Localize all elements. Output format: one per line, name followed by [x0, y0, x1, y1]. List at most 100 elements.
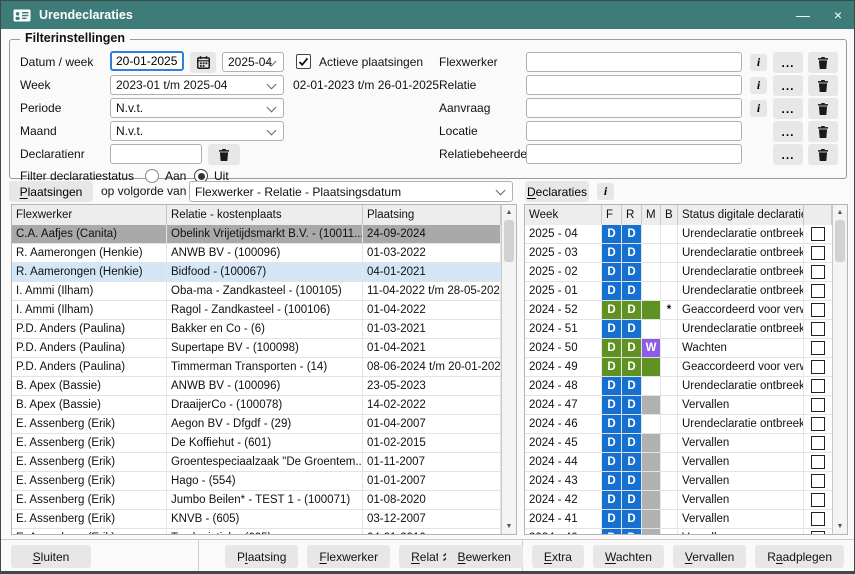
raadplegen-button[interactable]: Raadplegen — [755, 545, 844, 568]
relatiebeheerder-browse-button[interactable]: ... — [773, 144, 803, 165]
declaraties-button[interactable]: Declaraties — [525, 181, 589, 202]
declaratie-row[interactable]: 2024 - 40DDVervallen — [525, 529, 832, 534]
declaraties-info-button[interactable]: i — [597, 183, 614, 200]
declaratie-row[interactable]: 2024 - 52DD*Geaccordeerd voor verw... — [525, 301, 832, 320]
plaatsing-row[interactable]: P.D. Anders (Paulina)Timmerman Transport… — [12, 358, 501, 377]
row-checkbox[interactable] — [811, 493, 825, 507]
declaratie-row[interactable]: 2024 - 45DDVervallen — [525, 434, 832, 453]
actieve-plaatsingen-checkbox[interactable] — [296, 54, 311, 69]
week-of-year-select[interactable]: 2025-04 — [222, 52, 284, 72]
flexwerker-clear-button[interactable] — [808, 52, 838, 73]
row-checkbox[interactable] — [811, 417, 825, 431]
plaatsing-row[interactable]: E. Assenberg (Erik)Top logistiek - (625)… — [12, 529, 501, 534]
plaatsing-row[interactable]: E. Assenberg (Erik)Groentespeciaalzaak "… — [12, 453, 501, 472]
declaraties-scrollbar[interactable]: ▲ ▼ — [832, 205, 847, 534]
row-checkbox[interactable] — [811, 360, 825, 374]
calendar-button[interactable] — [190, 52, 216, 73]
declaratienr-input[interactable] — [110, 144, 202, 164]
declaratie-row[interactable]: 2025 - 01DDUrendeclaratie ontbreekt — [525, 282, 832, 301]
column-header-plaatsing[interactable]: Plaatsing — [363, 205, 501, 225]
plaatsing-row[interactable]: E. Assenberg (Erik)Jumbo Beilen* - TEST … — [12, 491, 501, 510]
sluiten-button[interactable]: Sluiten — [11, 545, 91, 568]
declaratie-row[interactable]: 2024 - 46DDUrendeclaratie ontbreekt — [525, 415, 832, 434]
plaatsing-row[interactable]: B. Apex (Bassie)ANWB BV - (100096)23-05-… — [12, 377, 501, 396]
wachten-button[interactable]: Wachten — [593, 545, 664, 568]
declaratie-row[interactable]: 2024 - 48DDUrendeclaratie ontbreekt — [525, 377, 832, 396]
row-checkbox[interactable] — [811, 531, 825, 534]
sort-order-select[interactable]: Flexwerker - Relatie - Plaatsingsdatum — [189, 181, 513, 202]
declaratie-row[interactable]: 2024 - 41DDVervallen — [525, 510, 832, 529]
locatie-clear-button[interactable] — [808, 121, 838, 142]
declaratie-row[interactable]: 2025 - 04DDUrendeclaratie ontbreekt — [525, 225, 832, 244]
row-checkbox[interactable] — [811, 322, 825, 336]
row-checkbox[interactable] — [811, 303, 825, 317]
row-checkbox[interactable] — [811, 436, 825, 450]
flexwerker-input[interactable] — [526, 52, 742, 72]
flexwerker-info-button[interactable]: i — [750, 54, 767, 71]
column-header-relatie-kostenplaats[interactable]: Relatie - kostenplaats — [167, 205, 363, 225]
close-icon[interactable]: × — [834, 1, 842, 29]
plaatsingen-scrollbar[interactable]: ▲ ▼ — [501, 205, 516, 534]
column-header-r[interactable]: R — [622, 205, 642, 225]
scroll-up-icon[interactable]: ▲ — [833, 206, 847, 219]
declaratie-row[interactable]: 2024 - 50DDWWachten — [525, 339, 832, 358]
aanvraag-clear-button[interactable] — [808, 98, 838, 119]
declaratie-row[interactable]: 2024 - 47DDVervallen — [525, 396, 832, 415]
declaratie-row[interactable]: 2024 - 42DDVervallen — [525, 491, 832, 510]
plaatsing-row[interactable]: E. Assenberg (Erik)Hago - (554)01-01-200… — [12, 472, 501, 491]
row-checkbox[interactable] — [811, 379, 825, 393]
plaatsing-row[interactable]: I. Ammi (Ilham)Oba-ma - Zandkasteel - (1… — [12, 282, 501, 301]
row-checkbox[interactable] — [811, 246, 825, 260]
column-header-checkbox[interactable] — [804, 205, 832, 225]
locatie-input[interactable] — [526, 121, 742, 141]
plaatsing-row[interactable]: P.D. Anders (Paulina)Supertape BV - (100… — [12, 339, 501, 358]
extra-button[interactable]: Extra — [532, 545, 584, 568]
declaratie-row[interactable]: 2024 - 49DDGeaccordeerd voor verw... — [525, 358, 832, 377]
row-checkbox[interactable] — [811, 512, 825, 526]
scrollbar-thumb[interactable] — [835, 220, 845, 262]
scrollbar-thumb[interactable] — [504, 220, 514, 262]
plaatsing-row[interactable]: R. Aamerongen (Henkie)ANWB BV - (100096)… — [12, 244, 501, 263]
column-header-m[interactable]: M — [642, 205, 661, 225]
plaatsing-row[interactable]: B. Apex (Bassie)DraaijerCo - (100078)14-… — [12, 396, 501, 415]
column-header-flexwerker[interactable]: Flexwerker — [12, 205, 167, 225]
column-header-b[interactable]: B — [661, 205, 678, 225]
plaatsing-row[interactable]: P.D. Anders (Paulina)Bakker en Co - (6)0… — [12, 320, 501, 339]
minimize-icon[interactable]: — — [796, 1, 810, 29]
declaratie-row[interactable]: 2024 - 44DDVervallen — [525, 453, 832, 472]
date-input[interactable] — [110, 51, 184, 71]
row-checkbox[interactable] — [811, 227, 825, 241]
flexwerker-button[interactable]: Flexwerker — [307, 545, 390, 568]
aanvraag-input[interactable] — [526, 98, 742, 118]
scroll-up-icon[interactable]: ▲ — [502, 206, 516, 219]
maand-select[interactable]: N.v.t. — [110, 121, 284, 141]
column-header-f[interactable]: F — [602, 205, 622, 225]
declaratie-row[interactable]: 2024 - 51DDUrendeclaratie ontbreekt — [525, 320, 832, 339]
flexwerker-browse-button[interactable]: ... — [773, 52, 803, 73]
row-checkbox[interactable] — [811, 455, 825, 469]
periode-select[interactable]: N.v.t. — [110, 98, 284, 118]
bewerken-button[interactable]: Bewerken — [446, 545, 523, 568]
row-checkbox[interactable] — [811, 341, 825, 355]
vervallen-button[interactable]: Vervallen — [673, 545, 746, 568]
relatie-browse-button[interactable]: ... — [773, 75, 803, 96]
declaratie-row[interactable]: 2025 - 02DDUrendeclaratie ontbreekt — [525, 263, 832, 282]
relatiebeheerder-input[interactable] — [526, 144, 742, 164]
row-checkbox[interactable] — [811, 474, 825, 488]
week-range-select[interactable]: 2023-01 t/m 2025-04 — [110, 75, 284, 95]
declaratie-row[interactable]: 2025 - 03DDUrendeclaratie ontbreekt — [525, 244, 832, 263]
aanvraag-info-button[interactable]: i — [750, 100, 767, 117]
column-header-status-digitale-declaratie[interactable]: Status digitale declaratie — [678, 205, 804, 225]
plaatsing-row[interactable]: E. Assenberg (Erik)Aegon BV - Dfgdf - (2… — [12, 415, 501, 434]
aanvraag-browse-button[interactable]: ... — [773, 98, 803, 119]
plaatsing-row[interactable]: C.A. Aafjes (Canita)Obelink Vrijetijdsma… — [12, 225, 501, 244]
relatie-info-button[interactable]: i — [750, 77, 767, 94]
locatie-browse-button[interactable]: ... — [773, 121, 803, 142]
declaratienr-clear-button[interactable] — [208, 144, 240, 165]
plaatsing-row[interactable]: E. Assenberg (Erik)KNVB - (605)03-12-200… — [12, 510, 501, 529]
plaatsing-button[interactable]: Plaatsing — [225, 545, 298, 568]
row-checkbox[interactable] — [811, 284, 825, 298]
relatiebeheerder-clear-button[interactable] — [808, 144, 838, 165]
scroll-down-icon[interactable]: ▼ — [502, 520, 516, 533]
plaatsing-row[interactable]: R. Aamerongen (Henkie)Bidfood - (100067)… — [12, 263, 501, 282]
